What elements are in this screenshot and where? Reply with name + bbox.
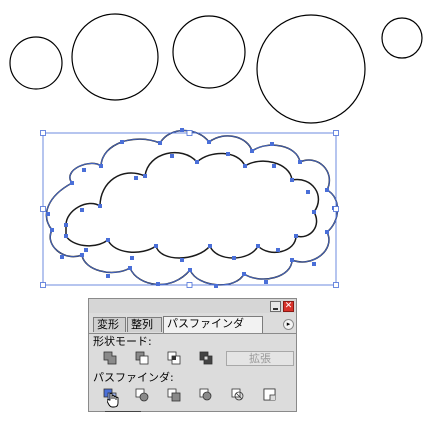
close-button[interactable]: ✕ [283,301,294,312]
circle-4[interactable] [256,14,366,124]
tab-transform[interactable]: 変形 [93,317,126,332]
bounding-box-handles[interactable] [40,130,339,288]
subtract-from-shape-icon[interactable] [135,351,149,365]
minimize-button[interactable] [270,301,281,312]
anchor-points [46,128,336,288]
pathfinders-label: パスファインダ: [93,371,174,384]
tab-pathfinder[interactable]: パスファインダ [163,316,263,333]
cursor-underline [105,411,141,412]
circle-5[interactable] [381,17,423,59]
tab-align[interactable]: 整列 [127,317,162,332]
expand-button[interactable]: 拡張 [226,351,294,366]
merge-icon[interactable] [167,388,181,402]
exclude-overlapping-shape-areas-icon[interactable] [199,351,213,365]
hand-cursor-icon [107,392,119,408]
minus-back-icon[interactable] [263,388,277,402]
crop-icon[interactable] [199,388,213,402]
panel-titlebar[interactable] [89,299,296,313]
shape-modes-label: 形状モード: [93,335,152,348]
panel-tab-row: 変形 整列 パスファインダ [89,315,296,334]
pathfinder-panel: ✕ 変形 整列 パスファインダ ▸ 形状モード: 拡張 パスファインダ: [88,298,297,412]
cloud-shape[interactable] [40,128,339,288]
outline-icon[interactable] [231,388,245,402]
circle-1[interactable] [9,36,63,90]
circle-3[interactable] [172,15,246,89]
intersect-shape-areas-icon[interactable] [167,351,181,365]
cloud-inner-path[interactable] [65,151,320,259]
circle-2[interactable] [71,13,159,101]
panel-menu-button[interactable]: ▸ [283,319,294,330]
add-to-shape-icon[interactable] [103,351,117,365]
trim-icon[interactable] [135,388,149,402]
